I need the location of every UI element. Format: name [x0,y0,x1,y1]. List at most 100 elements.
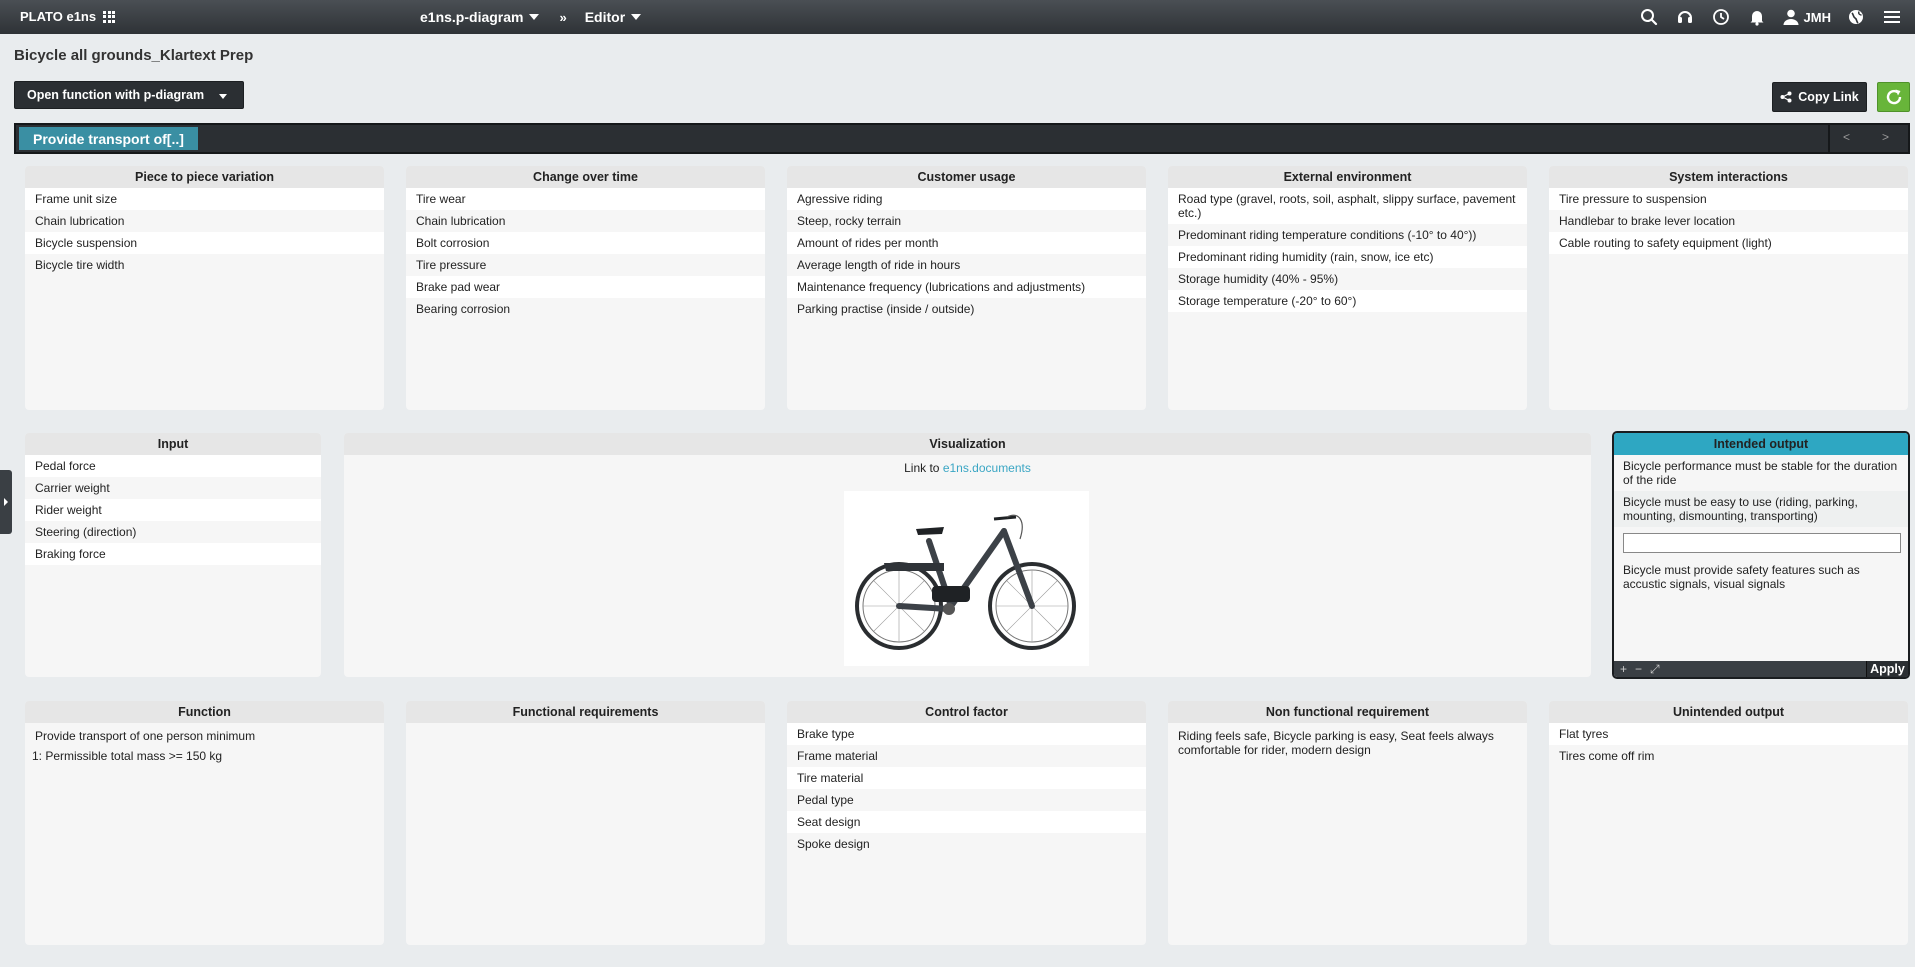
list-item[interactable]: Riding feels safe, Bicycle parking is ea… [1168,726,1527,760]
list-item[interactable]: Steep, rocky terrain [787,210,1146,232]
panel-customer-usage: Customer usage Agressive riding Steep, r… [787,166,1146,410]
list-item[interactable]: Spoke design [787,833,1146,855]
link-prefix: Link to [904,461,943,475]
list-item[interactable]: Frame unit size [25,188,384,210]
clock-icon[interactable] [1710,6,1732,28]
list-item[interactable]: Tire wear [406,188,765,210]
list-item[interactable]: Storage temperature (-20° to 60°) [1168,290,1527,312]
chevron-right-icon [4,498,8,506]
list-item[interactable]: Carrier weight [25,477,321,499]
list-item[interactable]: Bicycle must be easy to use (riding, par… [1614,491,1908,527]
brand[interactable]: PLATO e1ns [20,9,116,24]
list-item[interactable]: Road type (gravel, roots, soil, asphalt,… [1168,188,1527,224]
list-item[interactable]: Steering (direction) [25,521,321,543]
panel-title: Intended output [1614,433,1908,455]
panel-visualization: Visualization Link to e1ns.documents [344,433,1591,677]
panel-unintended-output: Unintended output Flat tyres Tires come … [1549,701,1908,945]
caret-down-icon [219,94,227,99]
globe-icon[interactable] [1845,6,1867,28]
list-item[interactable]: Bolt corrosion [406,232,765,254]
panel-title: Input [25,433,321,455]
list-item[interactable]: Predominant riding humidity (rain, snow,… [1168,246,1527,268]
headset-icon[interactable] [1674,6,1696,28]
intended-output-footer: + − ⤢ Apply [1614,661,1908,677]
bicycle-image [844,491,1089,666]
remove-item-icon[interactable]: − [1635,662,1642,676]
caret-down-icon [631,14,642,20]
top-bar: PLATO e1ns e1ns.p-diagram » Editor JMH [0,0,1915,34]
list-item[interactable]: Storage humidity (40% - 95%) [1168,268,1527,290]
add-item-icon[interactable]: + [1620,662,1627,676]
list-item[interactable]: Tire pressure [406,254,765,276]
list-item[interactable]: Bearing corrosion [406,298,765,320]
nav-module-label: e1ns.p-diagram [420,9,524,25]
user-menu[interactable]: JMH [1782,8,1831,26]
panel-intended-output: Intended output Bicycle performance must… [1612,431,1910,679]
panel-title: Visualization [344,433,1591,455]
panel-function: Function Provide transport of one person… [25,701,384,945]
menu-icon[interactable] [1881,6,1903,28]
list-item[interactable]: Bicycle must provide safety features suc… [1614,559,1908,595]
list-item[interactable]: Braking force [25,543,321,565]
list-item[interactable]: Provide transport of one person minimum [25,726,384,746]
list-item[interactable]: Pedal type [787,789,1146,811]
list-item[interactable]: Seat design [787,811,1146,833]
list-item[interactable]: Bicycle performance must be stable for t… [1614,455,1908,491]
list-item[interactable]: Bicycle suspension [25,232,384,254]
list-item[interactable]: Agressive riding [787,188,1146,210]
expand-icon[interactable]: ⤢ [1650,662,1660,677]
prev-function-button[interactable]: < [1843,130,1850,144]
nav-mode-label: Editor [584,9,626,25]
list-item[interactable]: Pedal force [25,455,321,477]
function-select-dropdown[interactable]: Open function with p-diagram [14,81,244,109]
documents-link[interactable]: e1ns.documents [943,461,1031,475]
list-item[interactable]: Tire pressure to suspension [1549,188,1908,210]
list-item[interactable]: Maintenance frequency (lubrications and … [787,276,1146,298]
function-tab[interactable]: Provide transport of[..] [19,127,198,150]
bell-icon[interactable] [1746,6,1768,28]
list-item[interactable]: Amount of rides per month [787,232,1146,254]
refresh-button[interactable] [1877,82,1910,112]
list-item[interactable]: Brake type [787,723,1146,745]
list-item[interactable]: Rider weight [25,499,321,521]
toolbar-right: JMH [1638,6,1903,28]
list-item[interactable]: Bicycle tire width [25,254,384,276]
list-item[interactable]: Predominant riding temperature condition… [1168,224,1527,246]
panel-title: External environment [1168,166,1527,188]
list-item[interactable]: Parking practise (inside / outside) [787,298,1146,320]
panel-title: Customer usage [787,166,1146,188]
page-title: Bicycle all grounds_Klartext Prep [14,47,254,64]
list-item[interactable]: Cable routing to safety equipment (light… [1549,232,1908,254]
next-function-button[interactable]: > [1882,130,1889,144]
list-item[interactable]: Brake pad wear [406,276,765,298]
share-icon [1780,91,1792,103]
user-icon [1783,9,1799,25]
sidebar-toggle[interactable] [0,470,12,534]
nav-mode-dropdown[interactable]: Editor [584,9,642,25]
copy-link-button[interactable]: Copy Link [1772,82,1867,112]
list-item[interactable]: Average length of ride in hours [787,254,1146,276]
copy-link-label: Copy Link [1798,90,1859,104]
list-item[interactable]: Chain lubrication [406,210,765,232]
list-item[interactable]: 1: Permissible total mass >= 150 kg [25,746,384,766]
list-item[interactable]: Tires come off rim [1549,745,1908,767]
list-item[interactable]: Handlebar to brake lever location [1549,210,1908,232]
apps-grid-icon[interactable] [103,10,116,23]
panel-title: Function [25,701,384,723]
intended-output-input[interactable] [1623,533,1901,553]
list-item[interactable]: Chain lubrication [25,210,384,232]
panel-piece-to-piece-variation: Piece to piece variation Frame unit size… [25,166,384,410]
refresh-icon [1886,89,1901,105]
search-icon[interactable] [1638,6,1660,28]
panel-change-over-time: Change over time Tire wear Chain lubrica… [406,166,765,410]
nav-module-dropdown[interactable]: e1ns.p-diagram [420,9,540,25]
function-bar: Provide transport of[..] < > [14,123,1910,154]
function-bar-divider [1828,125,1830,152]
list-item[interactable]: Flat tyres [1549,723,1908,745]
panel-input: Input Pedal force Carrier weight Rider w… [25,433,321,677]
visualization-link-line: Link to e1ns.documents [344,461,1591,475]
list-item[interactable]: Tire material [787,767,1146,789]
apply-button[interactable]: Apply [1866,661,1908,677]
list-item[interactable]: Frame material [787,745,1146,767]
panel-functional-requirements: Functional requirements [406,701,765,945]
